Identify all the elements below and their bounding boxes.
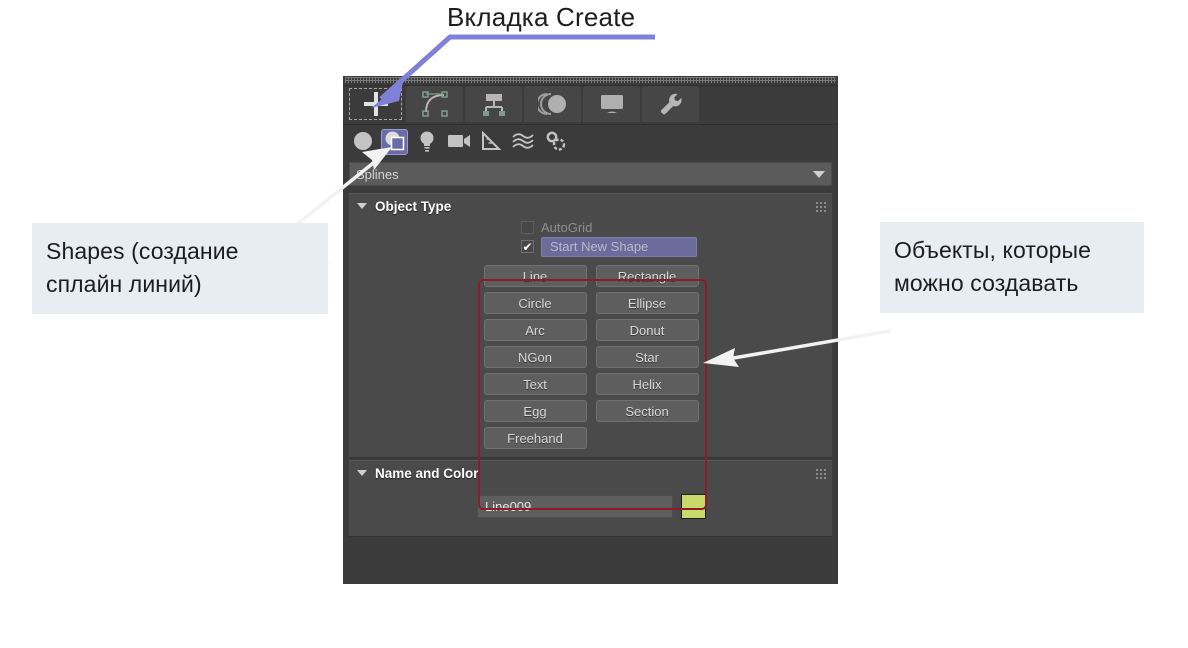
category-geometry[interactable] <box>349 129 376 155</box>
object-button-line[interactable]: Line <box>483 265 587 287</box>
lightbulb-icon <box>418 130 436 155</box>
sphere-icon <box>353 131 373 154</box>
tab-modify[interactable] <box>406 86 463 122</box>
tab-create[interactable] <box>347 86 404 122</box>
category-space-warps[interactable] <box>509 129 536 155</box>
start-new-shape-row[interactable]: ✔ Start New Shape <box>521 236 832 257</box>
object-class-value: Splines <box>356 166 399 182</box>
plus-icon <box>361 89 391 119</box>
object-class-dropdown[interactable]: Splines <box>349 162 832 186</box>
annotation-callout-objects: Объекты, которые можно создавать <box>880 222 1144 313</box>
name-and-color-body: Line009 <box>349 485 832 528</box>
rollout-object-type-title: Object Type <box>375 198 452 214</box>
object-button-arc[interactable]: Arc <box>483 319 587 341</box>
shapes-overlap-icon <box>384 130 405 154</box>
display-monitor-icon <box>597 91 627 117</box>
triangle-ruler-icon <box>480 130 502 155</box>
autogrid-row[interactable]: AutoGrid <box>521 218 832 237</box>
object-type-row: Circle Ellipse <box>483 292 699 314</box>
object-button-helix[interactable]: Helix <box>595 373 699 395</box>
triangle-down-icon[interactable] <box>357 470 367 476</box>
object-type-row: Text Helix <box>483 373 699 395</box>
annotation-callout-shapes: Shapes (создание сплайн линий) <box>32 223 328 314</box>
category-lights[interactable] <box>413 129 440 155</box>
object-color-swatch[interactable] <box>681 494 706 519</box>
annotation-title-create: Вкладка Create <box>447 2 636 32</box>
drag-dots-icon <box>345 77 836 83</box>
autogrid-label: AutoGrid <box>541 220 593 235</box>
tab-display[interactable] <box>583 86 640 122</box>
waves-icon <box>511 131 535 154</box>
grip-dots-icon[interactable] <box>815 467 826 479</box>
object-button-egg[interactable]: Egg <box>483 400 587 422</box>
object-button-text[interactable]: Text <box>483 373 587 395</box>
start-new-shape-checkbox[interactable]: ✔ <box>521 240 534 253</box>
rollout-name-and-color-header[interactable]: Name and Color <box>349 461 832 485</box>
object-type-row: Egg Section <box>483 400 699 422</box>
start-new-shape-label: Start New Shape <box>541 236 698 257</box>
command-panel-tabs <box>343 86 838 125</box>
hierarchy-icon <box>480 90 508 118</box>
autogrid-checkbox[interactable] <box>521 221 534 234</box>
camera-icon <box>447 132 471 153</box>
object-type-row: Line Rectangle <box>483 265 699 287</box>
rollout-name-and-color-title: Name and Color <box>375 465 479 481</box>
rollout-name-and-color: Name and Color Line009 <box>349 460 832 537</box>
object-button-donut[interactable]: Donut <box>595 319 699 341</box>
object-type-row: Freehand <box>483 427 698 449</box>
chevron-down-icon <box>813 170 825 178</box>
object-button-star[interactable]: Star <box>595 346 699 368</box>
object-type-row: Arc Donut <box>483 319 699 341</box>
tab-utilities[interactable] <box>642 86 699 122</box>
object-class-dropdown-wrap: Splines <box>343 159 838 191</box>
object-type-row: NGon Star <box>483 346 699 368</box>
object-name-input[interactable]: Line009 <box>477 495 673 518</box>
create-category-row <box>343 125 838 159</box>
object-button-circle[interactable]: Circle <box>483 292 587 314</box>
motion-icon <box>537 91 568 117</box>
category-systems[interactable] <box>541 129 568 155</box>
object-button-rectangle[interactable]: Rectangle <box>595 265 699 287</box>
tab-hierarchy[interactable] <box>465 86 522 122</box>
object-button-section[interactable]: Section <box>595 400 699 422</box>
rollout-object-type-header[interactable]: Object Type <box>349 194 832 218</box>
category-cameras[interactable] <box>445 129 472 155</box>
grip-dots-icon[interactable] <box>815 200 826 212</box>
panel-drag-handle[interactable] <box>343 76 838 86</box>
gears-icon <box>544 130 566 155</box>
command-panel: Splines Object Type AutoGrid ✔ Start New… <box>343 76 838 584</box>
object-type-button-grid: Line Rectangle Circle Ellipse Arc Donut … <box>349 265 832 449</box>
wrench-icon <box>657 90 685 118</box>
triangle-down-icon[interactable] <box>357 203 367 209</box>
object-button-freehand[interactable]: Freehand <box>483 427 587 449</box>
curve-editor-icon <box>421 90 449 118</box>
tab-motion[interactable] <box>524 86 581 122</box>
category-shapes[interactable] <box>381 129 408 155</box>
object-button-ngon[interactable]: NGon <box>483 346 587 368</box>
category-helpers[interactable] <box>477 129 504 155</box>
object-button-ellipse[interactable]: Ellipse <box>595 292 699 314</box>
rollout-object-type: Object Type AutoGrid ✔ Start New Shape L… <box>349 193 832 458</box>
